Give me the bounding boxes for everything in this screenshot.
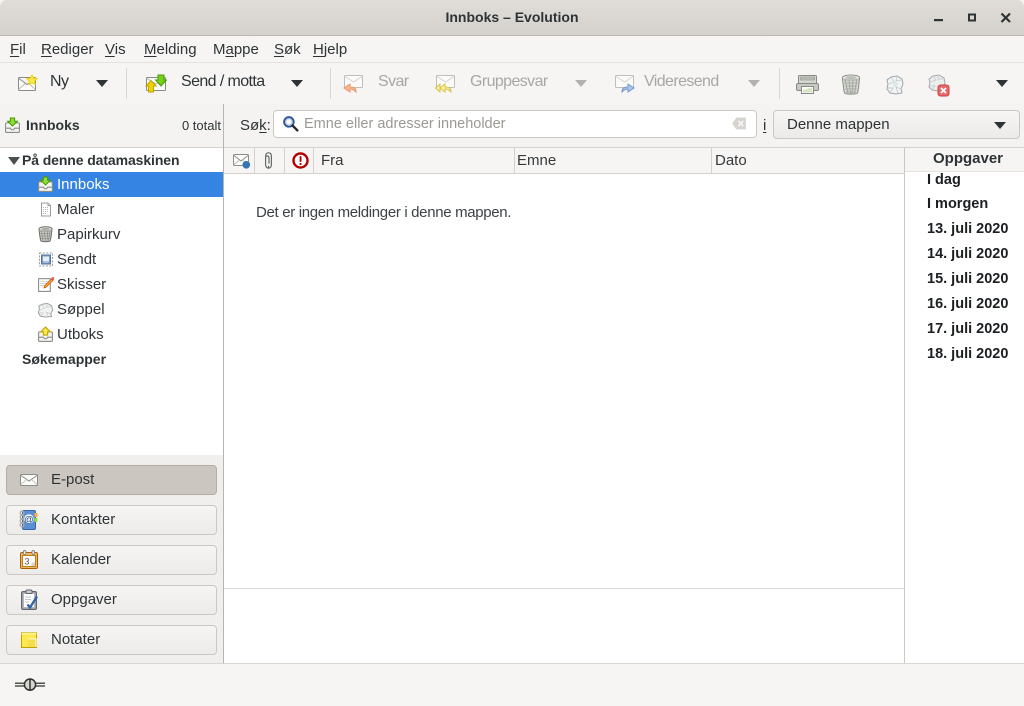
svg-text:3: 3 bbox=[24, 557, 29, 567]
svg-text:@: @ bbox=[24, 514, 34, 525]
